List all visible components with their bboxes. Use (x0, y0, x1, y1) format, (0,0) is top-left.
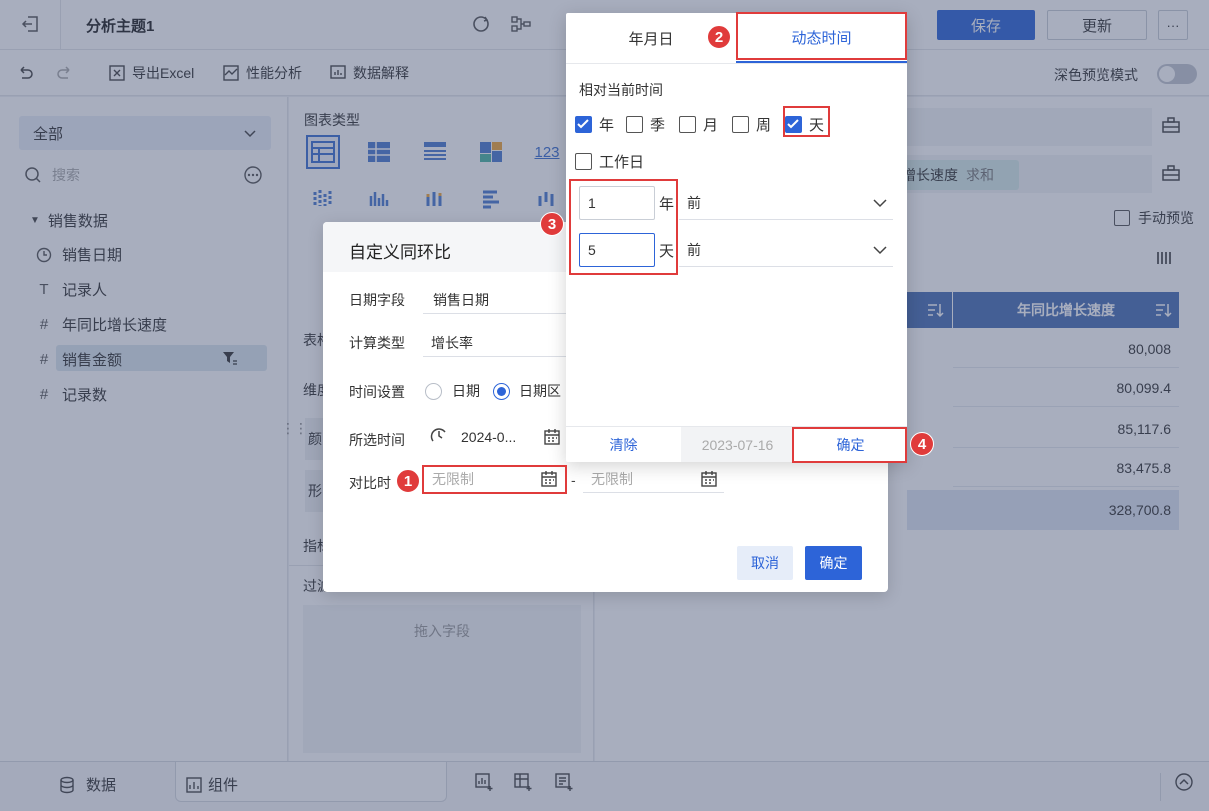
compare-time-label: 对比时 (349, 475, 391, 491)
clear-button[interactable]: 清除 (566, 427, 681, 462)
checkbox-icon (679, 116, 696, 133)
year-direction-select[interactable]: 前 (679, 186, 893, 220)
radio-date[interactable]: 日期 (425, 381, 480, 401)
calc-type-select[interactable]: 增长率 (423, 327, 566, 357)
checkbox-checked-icon (575, 116, 592, 133)
range-dash: - (571, 472, 576, 488)
annotation-box (792, 427, 907, 463)
annotation-badge: 1 (396, 469, 420, 493)
chevron-down-icon (873, 198, 887, 207)
checkbox-icon (626, 116, 643, 133)
date-field-select[interactable]: 销售日期 (423, 284, 566, 314)
unit-week-checkbox[interactable]: 周 (732, 114, 771, 135)
unit-year-checkbox[interactable]: 年 (575, 114, 614, 135)
chevron-down-icon (873, 245, 887, 254)
annotation-box (736, 12, 907, 60)
cancel-button[interactable]: 取消 (737, 546, 793, 580)
annotation-badge: 4 (910, 432, 934, 456)
unit-month-checkbox[interactable]: 月 (679, 114, 718, 135)
checkbox-icon (732, 116, 749, 133)
calendar-icon (701, 470, 717, 487)
workday-checkbox[interactable]: 工作日 (575, 151, 644, 172)
annotation-box (783, 106, 830, 137)
annotation-box (422, 465, 567, 494)
calendar-icon (544, 429, 560, 445)
date-preview: 2023-07-16 (681, 427, 794, 462)
ok-button[interactable]: 确定 (805, 546, 862, 580)
calc-type-label: 计算类型 (349, 335, 405, 351)
radio-selected-icon (493, 382, 510, 400)
clock-icon (429, 426, 449, 446)
annotation-badge: 3 (540, 212, 564, 236)
time-setting-label: 时间设置 (349, 384, 405, 400)
annotation-box (569, 179, 678, 275)
date-field-label: 日期字段 (349, 292, 405, 308)
dialog-title: 自定义同环比 (349, 243, 451, 262)
compare-end-input[interactable]: 无限制 (583, 465, 724, 493)
radio-icon (425, 382, 442, 400)
unit-quarter-checkbox[interactable]: 季 (626, 114, 665, 135)
annotation-badge: 2 (707, 25, 731, 49)
selected-time-input[interactable]: 2024-0... (461, 423, 565, 451)
selected-time-label: 所选时间 (349, 432, 405, 448)
checkbox-icon (575, 153, 592, 170)
day-direction-select[interactable]: 前 (679, 233, 893, 267)
radio-date-range[interactable]: 日期区 (493, 381, 561, 401)
relative-label: 相对当前时间 (579, 82, 663, 98)
